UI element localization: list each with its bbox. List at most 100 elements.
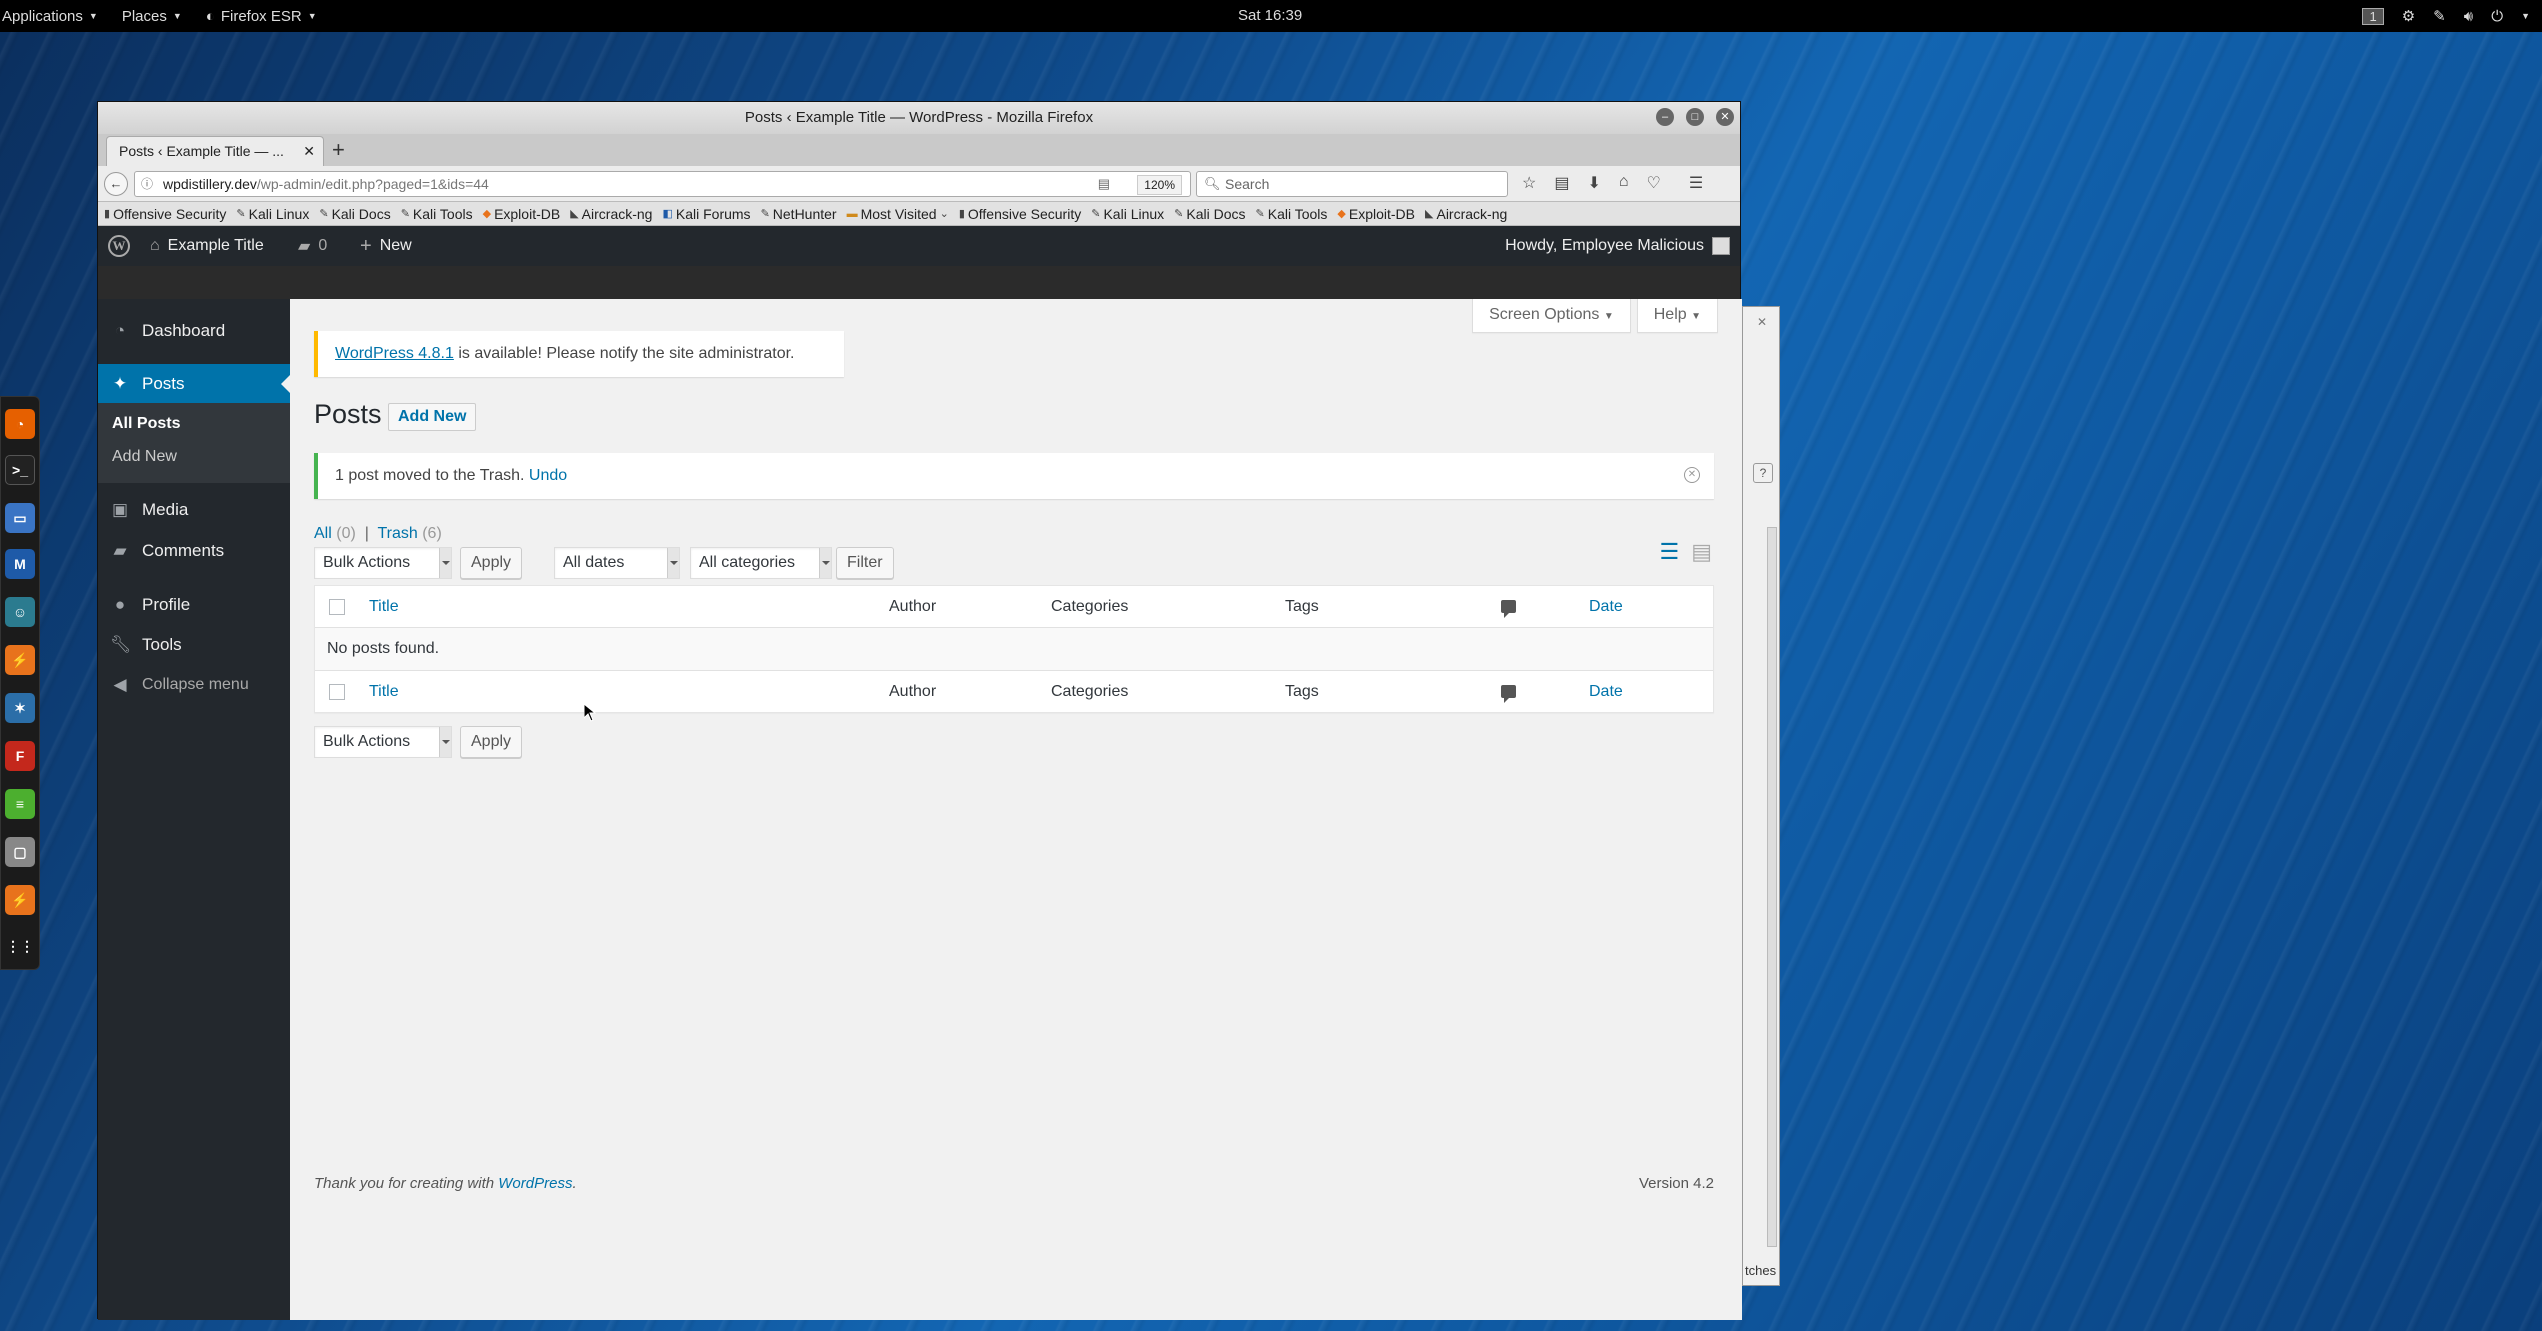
bookmark-item[interactable]: ◣ Aircrack-ng — [1425, 206, 1507, 222]
list-view-icon[interactable]: ☰ — [1659, 539, 1679, 565]
help-button[interactable]: Help ▼ — [1636, 299, 1718, 333]
submenu-add-new[interactable]: Add New — [112, 448, 177, 466]
app-menu[interactable]: ◐ Firefox ESR ▼ — [198, 0, 333, 32]
places-menu[interactable]: Places ▼ — [114, 0, 198, 32]
pocket-icon[interactable]: ♡ — [1647, 173, 1661, 193]
metasploit-dock-icon[interactable]: M — [5, 549, 35, 579]
column-title[interactable]: Title — [369, 586, 399, 628]
help-icon[interactable]: ? — [1753, 463, 1773, 483]
column-date[interactable]: Date — [1589, 671, 1623, 713]
home-icon[interactable]: ⌂ — [1619, 173, 1629, 193]
window-titlebar[interactable]: Posts ‹ Example Title — WordPress - Mozi… — [98, 102, 1740, 134]
undo-link[interactable]: Undo — [529, 467, 567, 484]
apply-button-bottom[interactable]: Apply — [460, 726, 523, 758]
bookmark-item[interactable]: ✎ Kali Tools — [1256, 206, 1328, 222]
bulk-actions-select-top[interactable]: Bulk Actions — [314, 547, 452, 579]
wordpress-link[interactable]: WordPress — [498, 1175, 572, 1192]
workspace-indicator[interactable]: 1 — [2362, 7, 2384, 25]
new-tab-button[interactable]: + — [332, 138, 345, 162]
network-icon[interactable]: ⚙ — [2402, 7, 2415, 25]
downloads-icon[interactable]: ⬇ — [1587, 173, 1600, 193]
exploit-db-icon: ◆ — [1337, 208, 1346, 220]
sidebar-item-profile[interactable]: ● Profile — [98, 585, 290, 625]
chevron-down-icon[interactable]: ▼ — [2521, 11, 2530, 21]
bookmark-folder[interactable]: ▬ Most Visited ⌄ — [847, 206, 949, 222]
terminal-dock-icon[interactable]: >_ — [5, 455, 35, 485]
column-title[interactable]: Title — [369, 671, 399, 713]
filter-button[interactable]: Filter — [836, 547, 894, 579]
new-content-link[interactable]: + New — [360, 226, 412, 266]
bookmark-item[interactable]: ◣ Aircrack-ng — [570, 206, 652, 222]
bookmark-item[interactable]: ✎ Kali Linux — [236, 206, 309, 222]
category-filter-select[interactable]: All categories — [690, 547, 832, 579]
column-date[interactable]: Date — [1589, 586, 1623, 628]
add-new-button[interactable]: Add New — [388, 403, 477, 431]
faraday-dock-icon[interactable]: F — [5, 741, 35, 771]
bookmark-item[interactable]: ◧ Kali Forums — [662, 206, 750, 222]
maximize-button[interactable]: □ — [1686, 108, 1704, 126]
update-link[interactable]: WordPress 4.8.1 — [335, 345, 454, 362]
back-button[interactable]: ← — [104, 172, 128, 196]
filter-trash-link[interactable]: Trash (6) — [377, 525, 441, 542]
bookmark-item[interactable]: ▮ Offensive Security — [959, 206, 1081, 222]
minimize-button[interactable]: – — [1656, 108, 1674, 126]
submenu-all-posts[interactable]: All Posts — [112, 415, 180, 433]
collapse-menu-button[interactable]: ◀ Collapse menu — [98, 665, 290, 705]
pen-icon[interactable]: ✎ — [2433, 7, 2446, 25]
show-apps-icon[interactable]: ⋮⋮ — [5, 931, 35, 961]
date-filter-select[interactable]: All dates — [554, 547, 680, 579]
search-bar[interactable]: 🔍︎ Search — [1196, 171, 1508, 197]
close-button[interactable]: ✕ — [1716, 108, 1734, 126]
screen-options-button[interactable]: Screen Options ▼ — [1472, 299, 1631, 333]
beef-dock-icon[interactable]: ✶ — [5, 693, 35, 723]
files-dock-icon[interactable]: ▭ — [5, 503, 35, 533]
browser-tab[interactable]: Posts ‹ Example Title — ... ✕ — [106, 136, 324, 166]
bookmark-item[interactable]: ◆ Exploit-DB — [483, 206, 561, 222]
apply-button-top[interactable]: Apply — [460, 547, 523, 579]
sidebar-item-media[interactable]: ▣ Media — [98, 490, 290, 530]
burpsuite-dock-icon[interactable]: ⚡ — [5, 645, 35, 675]
select-all-checkbox[interactable] — [329, 684, 345, 700]
applications-menu[interactable]: Applications ▼ — [0, 0, 114, 32]
bookmark-item[interactable]: ✎ NetHunter — [761, 206, 837, 222]
bookmark-item[interactable]: ✎ Kali Docs — [319, 206, 390, 222]
bookmark-item[interactable]: ✎ Kali Docs — [1174, 206, 1245, 222]
burp-dock-icon[interactable]: ⚡ — [5, 885, 35, 915]
sidebar-item-tools[interactable]: 🔧︎ Tools — [98, 625, 290, 665]
filter-all-link[interactable]: All (0) — [314, 525, 356, 542]
close-icon[interactable]: ✕ — [1757, 315, 1767, 329]
account-menu[interactable]: Howdy, Employee Malicious — [1505, 226, 1730, 266]
leafpad-dock-icon[interactable]: ≡ — [5, 789, 35, 819]
comment-column-icon[interactable] — [1501, 600, 1516, 618]
excerpt-view-icon[interactable]: ▤ — [1691, 539, 1712, 565]
bookmark-item[interactable]: ◆ Exploit-DB — [1337, 206, 1415, 222]
sidebar-item-posts[interactable]: ✦ Posts — [98, 364, 290, 404]
bookmark-item[interactable]: ▮ Offensive Security — [104, 206, 226, 222]
firefox-dock-icon[interactable]: ◔ — [5, 409, 35, 439]
bulk-actions-select-bottom[interactable]: Bulk Actions — [314, 726, 452, 758]
clock[interactable]: Sat 16:39 — [1238, 0, 1302, 32]
bookmarks-menu-icon[interactable]: ▤ — [1554, 173, 1569, 193]
bookmark-item[interactable]: ✎ Kali Linux — [1091, 206, 1164, 222]
comment-column-icon[interactable] — [1501, 685, 1516, 703]
zoom-indicator[interactable]: 120% — [1137, 175, 1182, 195]
info-icon[interactable]: ⓘ — [141, 172, 153, 196]
site-name-link[interactable]: ⌂ Example Title — [150, 226, 264, 266]
bookmark-star-icon[interactable]: ☆ — [1522, 173, 1536, 193]
cutycapt-dock-icon[interactable]: ▢ — [5, 837, 35, 867]
reader-view-icon[interactable]: ▤ — [1098, 172, 1110, 196]
sidebar-item-comments[interactable]: ▰ Comments — [98, 531, 290, 571]
dismiss-icon[interactable]: ✕ — [1684, 467, 1700, 483]
sidebar-item-dashboard[interactable]: ◔ Dashboard — [98, 311, 290, 351]
volume-icon[interactable]: 🔊︎ — [2464, 8, 2473, 25]
scrollbar[interactable] — [1767, 527, 1777, 1247]
comments-link[interactable]: ▰ 0 — [298, 226, 327, 266]
wordpress-logo-icon[interactable]: W — [108, 226, 130, 266]
close-tab-icon[interactable]: ✕ — [303, 137, 315, 165]
select-all-checkbox[interactable] — [329, 599, 345, 615]
bookmark-item[interactable]: ✎ Kali Tools — [401, 206, 473, 222]
power-icon[interactable]: ⏻ — [2491, 8, 2503, 25]
hamburger-menu-icon[interactable]: ☰ — [1689, 173, 1703, 193]
url-bar[interactable]: ⓘ wpdistillery.dev/wp-admin/edit.php?pag… — [134, 171, 1191, 197]
armitage-dock-icon[interactable]: ☺ — [5, 597, 35, 627]
